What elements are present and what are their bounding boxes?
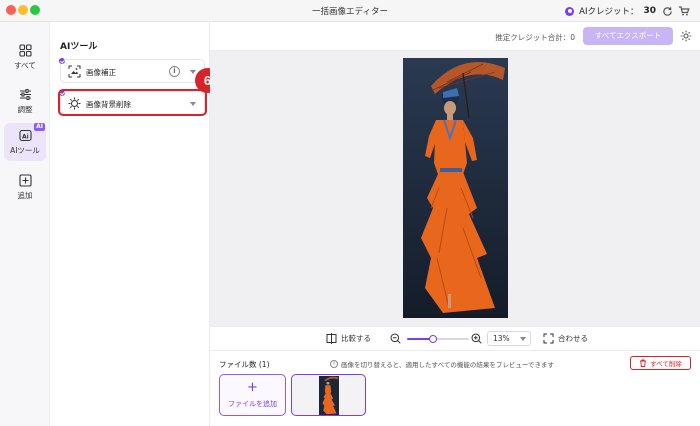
credit-total-value: 0: [570, 33, 575, 42]
tool-image-enhance[interactable]: 画像補正 i: [58, 57, 205, 83]
file-count: ファイル数 (1): [219, 360, 270, 369]
ai-credit-label: AIクレジット：: [579, 7, 639, 17]
title-bar: 一括画像エディター AIクレジット： 30: [0, 0, 700, 22]
tool-label: 画像補正: [86, 68, 116, 77]
zoom-level-value: 13%: [493, 334, 510, 343]
plus-square-icon: [18, 173, 32, 187]
svg-text:Ai: Ai: [22, 133, 29, 140]
gear-icon[interactable]: [680, 30, 692, 42]
delete-all-label: すべて削除: [650, 360, 682, 368]
nav-item-add[interactable]: 追加: [4, 168, 46, 206]
fit-label: 合わせる: [558, 334, 588, 343]
grid-icon: [18, 43, 32, 57]
zoom-toolbar: 比較する 13% 合わせる: [210, 326, 700, 350]
image-enhance-icon: [68, 65, 81, 78]
main-top-bar: 推定クレジット合計：0 すべてエクスポート: [210, 22, 700, 51]
file-section: ファイル数 (1) i 画像を切り替えると、適用したすべての機能の結果をプレビュ…: [210, 350, 700, 426]
ai-tools-icon: Ai: [18, 129, 32, 141]
nav-item-all[interactable]: すべて: [4, 38, 46, 76]
panel-title: AIツール: [60, 42, 98, 52]
compare-icon: [326, 333, 337, 344]
trash-icon: [640, 359, 647, 367]
fit-button[interactable]: 合わせる: [543, 333, 588, 344]
credit-total-label: 推定クレジット合計：: [495, 33, 571, 42]
ai-credits: AIクレジット： 30: [565, 4, 690, 18]
file-tip-text: 画像を切り替えると、適用したすべての機能の結果をプレビューできます: [341, 361, 554, 369]
ai-badge: AI: [34, 123, 45, 131]
ai-credit-icon: [565, 6, 575, 16]
check-badge-icon: [58, 57, 66, 65]
left-nav: すべて 調整 AI Ai AIツール 追加: [0, 22, 50, 426]
main-area: 推定クレジット合計：0 すべてエクスポート 比較する 13% 合わせる ファイル…: [210, 22, 700, 426]
zoom-level-select[interactable]: 13%: [487, 331, 531, 346]
refresh-icon[interactable]: [661, 5, 673, 17]
nav-item-label: 追加: [17, 190, 33, 200]
estimated-credit-total: 推定クレジット合計：0: [495, 32, 575, 43]
file-tip: i 画像を切り替えると、適用したすべての機能の結果をプレビューできます: [330, 359, 554, 369]
fit-screen-icon: [543, 333, 554, 344]
chevron-down-icon[interactable]: [190, 70, 196, 74]
nav-item-adjust[interactable]: 調整: [4, 82, 46, 120]
nav-item-label: AIツール: [10, 145, 40, 155]
info-icon: i: [330, 360, 338, 368]
compare-label: 比較する: [341, 334, 371, 343]
nav-item-label: 調整: [17, 104, 33, 114]
add-file-label: ファイルを追加: [228, 400, 277, 408]
file-thumbnail[interactable]: [291, 374, 366, 416]
zoom-in-icon[interactable]: [471, 333, 482, 344]
highlight-box: [58, 89, 207, 116]
delete-all-button[interactable]: すべて削除: [630, 356, 691, 370]
ai-credit-value: 30: [643, 6, 656, 16]
info-icon[interactable]: i: [169, 66, 180, 77]
zoom-slider[interactable]: [407, 335, 469, 343]
sliders-icon: [19, 88, 31, 100]
compare-button[interactable]: 比較する: [326, 333, 371, 344]
zoom-slider-thumb[interactable]: [429, 335, 437, 343]
add-file-button[interactable]: + ファイルを追加: [219, 374, 286, 416]
zoom-out-icon[interactable]: [390, 333, 401, 344]
plus-icon: +: [247, 380, 258, 395]
image-preview: [403, 58, 508, 318]
chevron-down-icon: [520, 337, 526, 341]
export-all-button[interactable]: すべてエクスポート: [583, 27, 673, 45]
nav-item-ai-tools[interactable]: AI Ai AIツール: [4, 123, 46, 161]
nav-item-label: すべて: [14, 60, 36, 70]
tool-panel: AIツール 画像補正 i 画像背景削除 6: [50, 22, 220, 426]
cart-icon[interactable]: [678, 5, 690, 17]
